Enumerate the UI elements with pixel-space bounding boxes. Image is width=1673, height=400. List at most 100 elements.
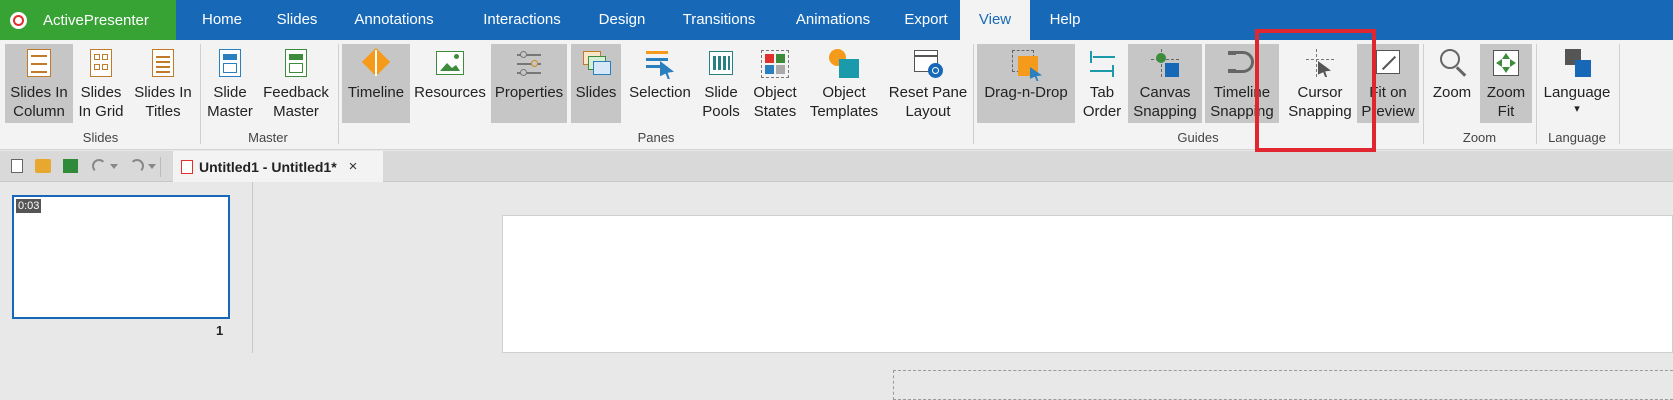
reset-pane-layout-button[interactable]: Reset Pane Layout <box>886 44 970 123</box>
group-label-language: Language <box>1548 130 1606 145</box>
language-button[interactable]: Language ▾ <box>1540 44 1614 123</box>
slides-pane: 0:03 1 <box>0 182 253 353</box>
slides-pane-icon <box>578 47 614 81</box>
slides-in-grid-icon <box>83 47 119 81</box>
tab-export[interactable]: Export <box>888 0 964 40</box>
feedback-master-button[interactable]: Feedback Master <box>260 44 332 123</box>
reset-layout-icon <box>910 47 946 81</box>
btn-label: Slides In <box>10 84 68 101</box>
btn-label: Column <box>13 103 65 120</box>
slide-pools-button[interactable]: Slide Pools <box>698 44 744 123</box>
zoom-fit-icon <box>1488 47 1524 81</box>
timeline-icon <box>358 47 394 81</box>
group-separator <box>338 44 339 144</box>
btn-label: Slide <box>704 84 738 101</box>
tab-help[interactable]: Help <box>1030 0 1100 40</box>
group-separator <box>200 44 201 144</box>
btn-label: Templates <box>809 103 879 120</box>
btn-label: Drag-n-Drop <box>984 84 1068 101</box>
drag-n-drop-button[interactable]: Drag-n-Drop <box>977 44 1075 123</box>
quick-access-bar: Untitled1 - Untitled1* × <box>0 151 1673 182</box>
object-templates-icon <box>826 47 862 81</box>
slides-in-titles-icon <box>145 47 181 81</box>
tab-home[interactable]: Home <box>182 0 262 40</box>
activepresenter-logo-icon <box>10 11 27 29</box>
group-separator <box>1423 44 1424 144</box>
btn-label: Selection <box>629 84 691 101</box>
tab-order-icon <box>1084 47 1120 81</box>
btn-label: In Grid <box>78 103 124 120</box>
slides-in-grid-button[interactable]: Slides In Grid <box>75 44 127 123</box>
zoom-button[interactable]: Zoom <box>1427 44 1477 123</box>
properties-icon <box>511 47 547 81</box>
group-label-zoom: Zoom <box>1462 130 1497 145</box>
highlight-box <box>1255 29 1376 152</box>
btn-label: Object <box>822 84 866 101</box>
tab-transitions[interactable]: Transitions <box>666 0 772 40</box>
app-name: ActivePresenter <box>43 11 149 29</box>
btn-label: States <box>753 103 797 120</box>
group-label-master: Master <box>248 130 288 145</box>
tab-annotations[interactable]: Annotations <box>338 0 450 40</box>
undo-dropdown-icon[interactable] <box>110 164 118 169</box>
document-tab-title: Untitled1 - Untitled1* <box>199 158 337 175</box>
feedback-master-icon <box>278 47 314 81</box>
properties-pane-button[interactable]: Properties <box>491 44 567 123</box>
zoom-fit-button[interactable]: Zoom Fit <box>1480 44 1532 123</box>
app-menu-button[interactable]: ActivePresenter <box>0 0 176 40</box>
selection-icon <box>642 47 678 81</box>
tab-slides[interactable]: Slides <box>262 0 332 40</box>
group-separator <box>973 44 974 144</box>
object-templates-button[interactable]: Object Templates <box>806 44 882 123</box>
canvas-snapping-button[interactable]: Canvas Snapping <box>1128 44 1202 123</box>
object-states-button[interactable]: Object States <box>748 44 802 123</box>
drag-n-drop-icon <box>1008 47 1044 81</box>
tab-order-button[interactable]: Tab Order <box>1079 44 1125 123</box>
slide-duration-badge: 0:03 <box>16 199 42 213</box>
redo-dropdown-icon[interactable] <box>148 164 156 169</box>
close-tab-icon[interactable]: × <box>349 158 358 175</box>
slides-in-column-button[interactable]: Slides In Column <box>5 44 73 123</box>
group-separator <box>1619 44 1620 144</box>
btn-label: Pools <box>702 103 740 120</box>
slides-in-titles-button[interactable]: Slides In Titles <box>130 44 196 123</box>
btn-label: Slides <box>575 84 617 101</box>
slide-canvas[interactable] <box>502 215 1673 400</box>
slide-master-icon <box>212 47 248 81</box>
btn-label: Tab <box>1089 84 1115 101</box>
tab-design[interactable]: Design <box>582 0 662 40</box>
object-states-icon <box>757 47 793 81</box>
resources-pane-button[interactable]: Resources <box>414 44 486 123</box>
slide-thumbnail[interactable]: 0:03 <box>12 195 230 319</box>
placeholder-outline[interactable] <box>893 370 1673 400</box>
undo-icon[interactable] <box>92 159 106 173</box>
btn-label: Titles <box>145 103 181 120</box>
slides-in-column-icon <box>21 47 57 81</box>
timeline-pane-button[interactable]: Timeline <box>342 44 410 123</box>
group-label-panes: Panes <box>637 130 675 145</box>
btn-label: Order <box>1082 103 1122 120</box>
btn-label: Layout <box>905 103 951 120</box>
btn-label: Slides In <box>134 84 192 101</box>
tab-view[interactable]: View <box>960 0 1030 40</box>
open-folder-icon[interactable] <box>35 159 51 173</box>
selection-pane-button[interactable]: Selection <box>626 44 694 123</box>
toolbar-divider <box>160 157 161 177</box>
slide-master-button[interactable]: Slide Master <box>204 44 256 123</box>
document-tab[interactable]: Untitled1 - Untitled1* × <box>173 151 383 182</box>
project-file-icon <box>181 159 193 174</box>
tab-animations[interactable]: Animations <box>778 0 888 40</box>
new-file-icon[interactable] <box>11 159 23 173</box>
save-icon[interactable] <box>63 159 78 173</box>
redo-icon[interactable] <box>130 159 144 173</box>
btn-label: Language <box>1543 84 1611 101</box>
btn-label: Snapping <box>1133 103 1197 120</box>
btn-label: Slides <box>80 84 122 101</box>
tab-interactions[interactable]: Interactions <box>462 0 582 40</box>
btn-label: Master <box>273 103 319 120</box>
slide-pools-icon <box>703 47 739 81</box>
slides-pane-button[interactable]: Slides <box>571 44 621 123</box>
language-icon <box>1559 47 1595 81</box>
btn-label: Master <box>207 103 253 120</box>
btn-label: Object <box>753 84 797 101</box>
